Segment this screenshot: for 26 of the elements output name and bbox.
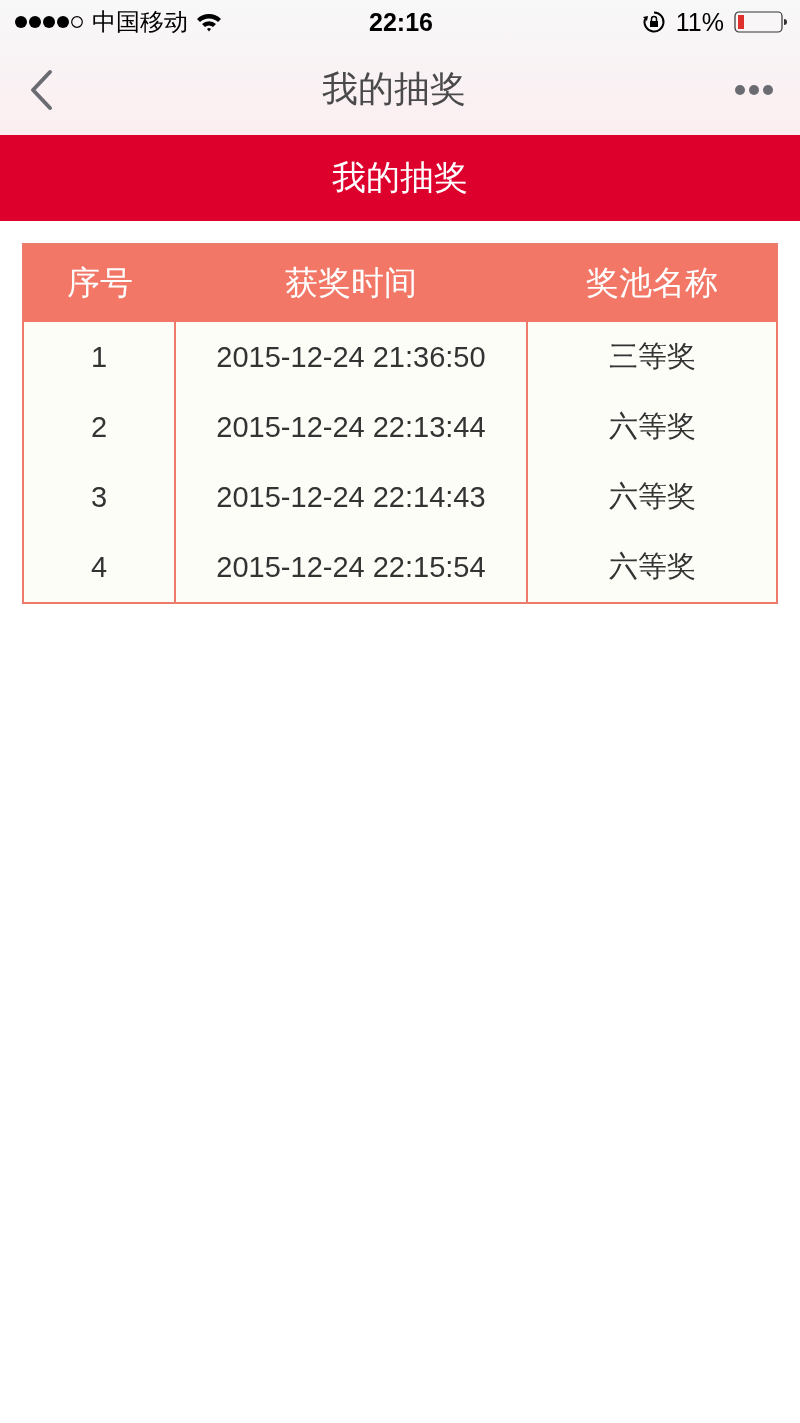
carrier-name: 中国移动 [92, 7, 188, 37]
nav-title: 我的抽奖 [322, 67, 466, 111]
rotation-lock-icon [641, 10, 666, 34]
back-icon[interactable] [28, 68, 54, 111]
table-cell: 4 [23, 532, 175, 603]
column-header: 获奖时间 [175, 244, 527, 322]
battery-percent: 11% [675, 7, 724, 37]
table-cell: 2015-12-24 21:36:50 [175, 322, 527, 392]
clock-time: 22:16 [369, 7, 433, 37]
table-cell: 三等奖 [527, 322, 777, 392]
table-cell: 六等奖 [527, 532, 777, 603]
more-icon[interactable] [734, 83, 774, 96]
table-cell: 2 [23, 392, 175, 462]
column-header: 奖池名称 [527, 244, 777, 322]
battery-icon [734, 11, 788, 33]
table-cell: 2015-12-24 22:13:44 [175, 392, 527, 462]
wifi-icon [196, 12, 222, 32]
table-cell: 2015-12-24 22:14:43 [175, 462, 527, 532]
banner-title: 我的抽奖 [332, 157, 468, 198]
table-cell: 3 [23, 462, 175, 532]
table-cell: 2015-12-24 22:15:54 [175, 532, 527, 603]
table-cell: 六等奖 [527, 462, 777, 532]
table-cell: 1 [23, 322, 175, 392]
column-header: 序号 [23, 244, 175, 322]
signal-icon [14, 15, 84, 29]
table-cell: 六等奖 [527, 392, 777, 462]
